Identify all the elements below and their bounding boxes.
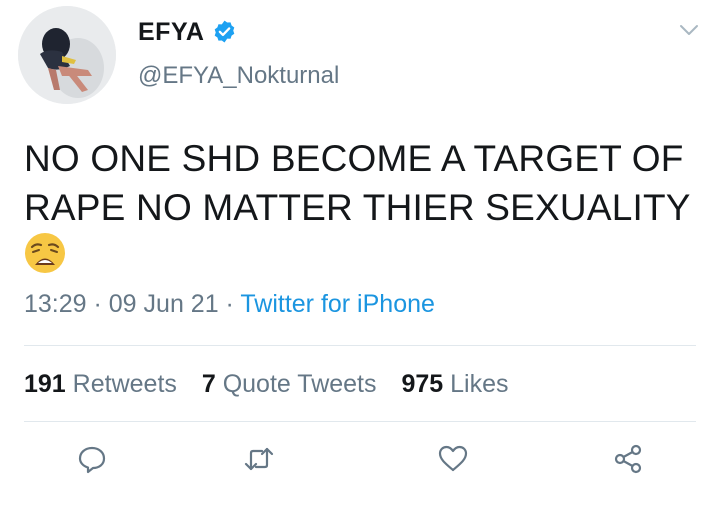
reply-icon (78, 446, 106, 474)
share-icon (614, 444, 642, 474)
like-icon (438, 445, 468, 472)
tweet-source-link[interactable]: Twitter for iPhone (240, 290, 435, 318)
avatar-photo (18, 6, 116, 104)
likes-label: Likes (450, 370, 509, 398)
likes-stat[interactable]: 975 Likes (401, 370, 508, 398)
reply-button[interactable] (75, 442, 109, 476)
meta-separator: · (86, 290, 109, 318)
quote-tweets-label: Quote Tweets (222, 370, 377, 398)
display-name[interactable]: EFYA (138, 18, 204, 47)
like-button[interactable] (436, 442, 470, 476)
chevron-down-icon[interactable] (678, 22, 700, 38)
retweets-count: 191 (24, 370, 66, 398)
tweet-text: NO ONE SHD BECOME A TARGET OF RAPE NO MA… (24, 138, 691, 228)
retweet-button[interactable] (242, 442, 276, 476)
engagement-stats: 191 Retweets 7 Quote Tweets 975 Likes (24, 370, 527, 399)
avatar[interactable] (18, 6, 116, 104)
likes-count: 975 (401, 370, 444, 398)
retweet-icon (244, 447, 274, 471)
handle[interactable]: @EFYA_Nokturnal (138, 62, 339, 90)
tweet-meta: 13:29 · 09 Jun 21 · Twitter for iPhone (24, 290, 435, 319)
retweets-label: Retweets (72, 370, 177, 398)
quote-tweets-stat[interactable]: 7 Quote Tweets (202, 370, 377, 398)
share-button[interactable] (611, 442, 645, 476)
tweet-date: 09 Jun 21 (108, 290, 219, 318)
weary-face-emoji-icon (25, 233, 65, 273)
divider (24, 421, 696, 422)
meta-separator: · (218, 290, 241, 318)
tweet-time: 13:29 (24, 290, 87, 318)
retweets-stat[interactable]: 191 Retweets (24, 370, 177, 398)
divider (24, 345, 696, 346)
verified-badge-icon (214, 20, 235, 43)
quote-tweets-count: 7 (201, 370, 216, 398)
